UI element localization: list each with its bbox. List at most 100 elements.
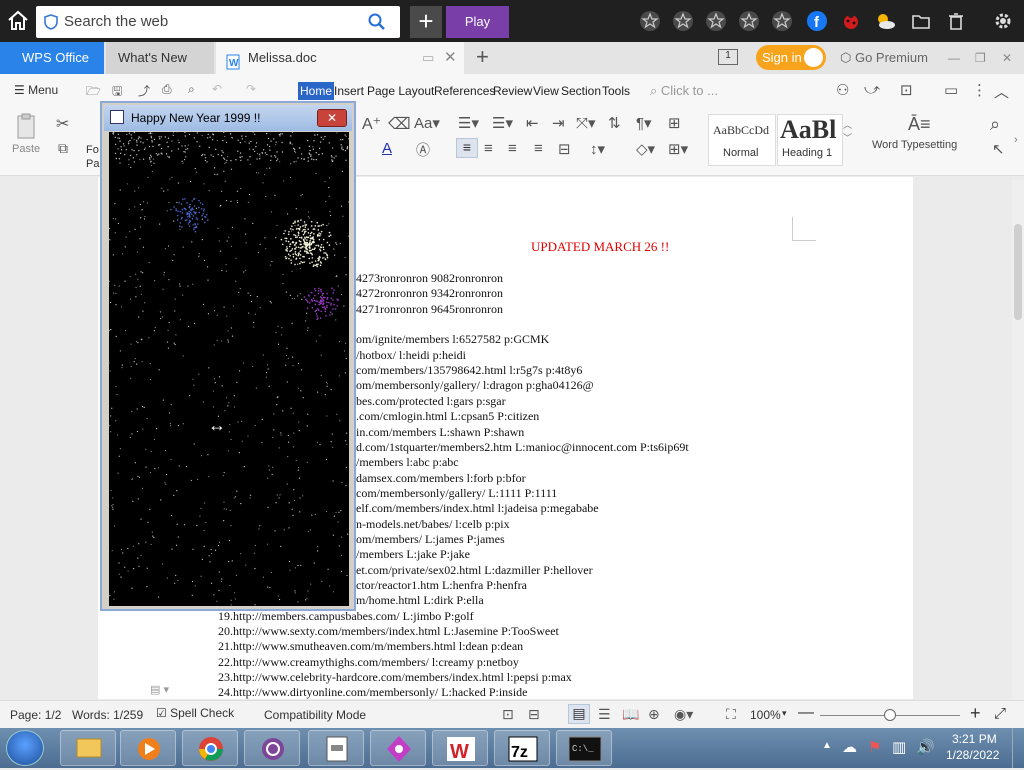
align-center-icon[interactable]: ≡ bbox=[484, 140, 493, 157]
tab-home[interactable]: Home bbox=[298, 82, 335, 100]
format-painter-label[interactable]: Fo bbox=[86, 144, 99, 156]
play-button[interactable]: Play bbox=[446, 6, 509, 38]
star-icon[interactable] bbox=[639, 10, 661, 32]
sign-in-button[interactable]: Sign in bbox=[756, 45, 826, 70]
align-right-icon[interactable]: ≡ bbox=[508, 140, 517, 157]
change-case-icon[interactable]: Aa▾ bbox=[414, 114, 440, 132]
redo-icon[interactable]: ↷ bbox=[246, 82, 256, 96]
tab-whats-new[interactable]: What's New bbox=[106, 42, 214, 74]
reading-mode-icon[interactable]: 📖 bbox=[622, 706, 639, 723]
styles-scroll-icon[interactable]: ︿ ﹀ bbox=[843, 118, 852, 144]
justify-icon[interactable]: ≡ bbox=[534, 140, 543, 157]
word-count[interactable]: Words: 1/259 bbox=[72, 708, 143, 722]
tray-expand-icon[interactable]: ▲ bbox=[822, 740, 832, 751]
start-button[interactable] bbox=[6, 730, 44, 766]
spell-check-button[interactable]: ☑ Spell Check bbox=[156, 706, 234, 720]
word-typesetting-button[interactable]: Ā≡ Word Typesetting bbox=[872, 114, 972, 151]
tab-melissa-doc[interactable]: W Melissa.doc ▭ ✕ bbox=[216, 42, 464, 74]
star-icon[interactable] bbox=[738, 10, 760, 32]
media-player-icon[interactable] bbox=[120, 730, 176, 766]
char-border-icon[interactable]: Ⓐ bbox=[416, 140, 430, 160]
comment-icon[interactable]: ▭ bbox=[944, 81, 958, 99]
font-size-up-icon[interactable]: A⁺ bbox=[362, 114, 381, 134]
zoom-dropdown-icon[interactable]: ▾ bbox=[782, 708, 787, 719]
fit-page-icon[interactable]: ⛶ bbox=[726, 706, 736, 723]
tab-page-layout[interactable]: Page Layout bbox=[367, 84, 434, 98]
copy-icon[interactable]: ⧉ bbox=[58, 140, 68, 157]
search-icon[interactable] bbox=[368, 13, 386, 34]
find-icon[interactable]: ⌕ bbox=[990, 114, 1000, 135]
bullets-icon[interactable]: ☰▾ bbox=[458, 114, 479, 132]
minimize-icon[interactable]: — bbox=[948, 42, 960, 74]
page-indicator[interactable]: Page: 1/2 bbox=[10, 708, 61, 722]
share-icon[interactable]: ⤻ bbox=[864, 81, 880, 98]
weather-icon[interactable] bbox=[874, 10, 896, 32]
star-icon[interactable] bbox=[705, 10, 727, 32]
fullscreen-icon[interactable]: ⤢ bbox=[994, 705, 1006, 722]
undo-icon[interactable]: ↶ bbox=[212, 82, 222, 96]
cut-icon[interactable]: ✂ bbox=[56, 114, 69, 134]
share-user-icon[interactable]: ⚇ bbox=[836, 81, 849, 99]
print-preview-icon[interactable]: ⌕ bbox=[188, 82, 195, 97]
menu-button[interactable]: ☰ Menu bbox=[14, 83, 58, 97]
clear-format-icon[interactable]: ⌫ bbox=[388, 114, 411, 134]
format-painter-label-2[interactable]: Pa bbox=[86, 158, 99, 170]
align-left-icon[interactable]: ≡ bbox=[456, 138, 478, 158]
shading-icon[interactable]: ◇▾ bbox=[636, 140, 655, 158]
star-icon[interactable] bbox=[672, 10, 694, 32]
zoom-level[interactable]: 100% bbox=[750, 708, 781, 722]
home-icon[interactable] bbox=[6, 9, 30, 33]
page-mode-icon[interactable]: ⊟ bbox=[528, 706, 540, 723]
print-icon[interactable]: ⎙ bbox=[162, 82, 172, 97]
ladybug-icon[interactable] bbox=[840, 10, 862, 32]
web-layout-icon[interactable]: ⊕ bbox=[648, 706, 660, 723]
zoom-out-icon[interactable]: — bbox=[798, 704, 814, 722]
increase-indent-icon[interactable]: ⇥ bbox=[552, 114, 565, 132]
save-icon[interactable]: 🖫 bbox=[112, 82, 122, 103]
tab-insert[interactable]: Insert bbox=[334, 84, 364, 98]
page-nav-icon[interactable]: ▤ ▾ bbox=[150, 683, 169, 696]
paste-button[interactable]: Paste bbox=[12, 112, 40, 155]
action-center-icon[interactable]: ⚑ bbox=[868, 738, 881, 756]
decrease-indent-icon[interactable]: ⇤ bbox=[526, 114, 539, 132]
tab-wps-office[interactable]: WPS Office bbox=[0, 42, 104, 74]
tab-tools[interactable]: Tools bbox=[602, 84, 630, 98]
trash-icon[interactable] bbox=[945, 10, 967, 32]
command-prompt-icon[interactable]: C:\_ bbox=[556, 730, 612, 766]
web-search-input[interactable]: Search the web bbox=[36, 6, 400, 38]
chinese-layout-icon[interactable]: ⤧▾ bbox=[576, 114, 596, 132]
tab-stops-icon[interactable]: ⊞ bbox=[668, 114, 681, 132]
app-icon-pink[interactable] bbox=[370, 730, 426, 766]
window-mode-icon[interactable]: ▭ bbox=[422, 42, 434, 74]
facebook-icon[interactable]: f bbox=[806, 10, 828, 32]
plugin-icon[interactable]: ⊡ bbox=[900, 81, 913, 99]
vertical-scrollbar[interactable] bbox=[1012, 180, 1024, 700]
export-icon[interactable]: ⤴ bbox=[138, 82, 150, 99]
scrollbar-thumb[interactable] bbox=[1014, 224, 1022, 320]
tab-view[interactable]: View bbox=[533, 84, 559, 98]
new-tab-button[interactable]: + bbox=[410, 6, 442, 38]
paragraph-mark-icon[interactable]: ¶▾ bbox=[636, 114, 652, 132]
command-search[interactable]: ⌕ Click to ... bbox=[650, 83, 718, 99]
tor-browser-icon[interactable] bbox=[244, 730, 300, 766]
gear-icon[interactable] bbox=[992, 10, 1014, 32]
clock-date[interactable]: 1/28/2022 bbox=[946, 748, 999, 762]
open-folder-icon[interactable]: 🗁 bbox=[86, 82, 101, 103]
collapse-ribbon-icon[interactable]: ︿ bbox=[994, 81, 1009, 102]
notepad-icon[interactable] bbox=[308, 730, 364, 766]
show-desktop-button[interactable] bbox=[1012, 728, 1024, 768]
line-spacing-icon[interactable]: ↕▾ bbox=[590, 140, 605, 158]
folder-icon[interactable] bbox=[910, 10, 932, 32]
borders-icon[interactable]: ⊞▾ bbox=[668, 140, 688, 158]
tab-references[interactable]: References bbox=[434, 84, 495, 98]
close-tab-icon[interactable]: ✕ bbox=[444, 42, 457, 74]
volume-icon[interactable]: 🔊 bbox=[916, 738, 935, 756]
popup-close-button[interactable]: ✕ bbox=[317, 109, 347, 127]
go-premium-button[interactable]: ⬡ Go Premium bbox=[840, 42, 928, 74]
zoom-in-icon[interactable]: + bbox=[970, 703, 981, 724]
clock-time[interactable]: 3:21 PM bbox=[952, 732, 997, 746]
close-icon[interactable]: ✕ bbox=[1002, 42, 1012, 74]
sort-icon[interactable]: ⇅ bbox=[608, 114, 621, 132]
cloud-icon[interactable]: ☁ bbox=[842, 738, 857, 756]
7zip-icon[interactable]: 7z bbox=[494, 730, 550, 766]
